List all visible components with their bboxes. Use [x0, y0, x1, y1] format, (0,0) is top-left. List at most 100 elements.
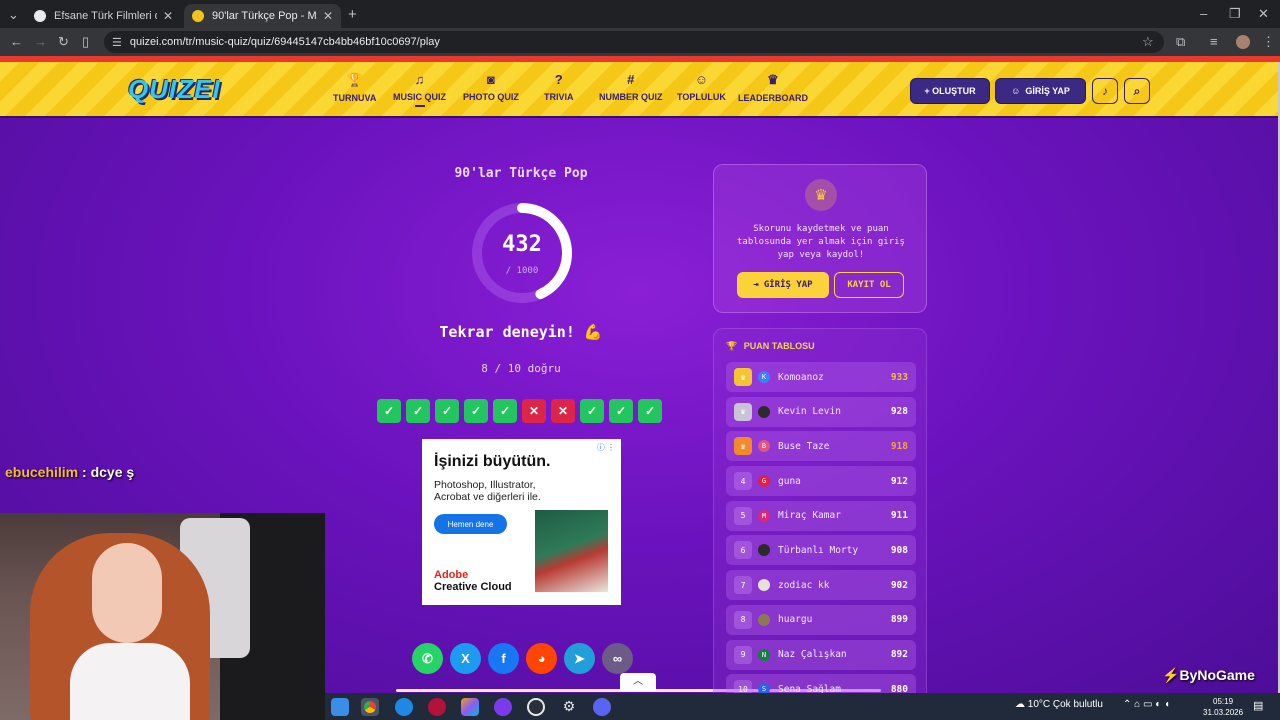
player-score: 912	[890, 475, 908, 487]
address-bar[interactable]: ☰ quizei.com/tr/music-quiz/quiz/69445147…	[104, 31, 1164, 53]
ad-choices-icon[interactable]: ⓘ ⋮	[597, 442, 615, 453]
forward-icon[interactable]: →	[34, 34, 47, 49]
ad-cta-button[interactable]: Hemen dene	[434, 514, 507, 534]
reload-icon[interactable]: ↻	[58, 34, 69, 50]
opera-icon[interactable]	[428, 698, 446, 716]
rank-badge: 6	[734, 541, 752, 560]
close-window-icon[interactable]: ✕	[1258, 6, 1269, 22]
leaderboard-row[interactable]: 7 zodiac kk 902	[726, 570, 916, 601]
app-icon[interactable]	[461, 698, 479, 716]
answer-wrong: ✕	[551, 399, 575, 423]
advertisement[interactable]: ⓘ ⋮ İşinizi büyütün. Photoshop, Illustra…	[422, 439, 621, 605]
share-reddit-button[interactable]: ◕	[526, 643, 557, 674]
nav-music-quiz[interactable]: ♫ MUSIC QUIZ	[393, 72, 446, 107]
site-info-icon[interactable]: ☰	[112, 36, 122, 49]
system-clock[interactable]: 05:19 31.03.2026	[1203, 696, 1243, 718]
close-tab-icon[interactable]: ✕	[323, 9, 333, 23]
player-name: huargu	[778, 614, 813, 626]
weather-text: 10°C Çok bulutlu	[1027, 699, 1103, 710]
settings-icon[interactable]: ⚙	[560, 698, 578, 716]
media-icon[interactable]: ≡	[1210, 34, 1218, 49]
watermark-logo-icon: ⚡	[1162, 667, 1180, 683]
rank-badge: 9	[734, 645, 752, 664]
tab-favicon-icon	[192, 10, 204, 22]
nav-trivia[interactable]: ? TRIVIA	[544, 72, 574, 102]
answer-correct: ✓	[638, 399, 662, 423]
nav-topluluk[interactable]: ☺ TOPLULUK	[677, 72, 726, 102]
player-name: Buse Taze	[778, 440, 830, 452]
player-score: 911	[890, 510, 908, 522]
rank-badge: 10	[734, 680, 752, 693]
share-whatsapp-button[interactable]: ✆	[412, 643, 443, 674]
obs-icon[interactable]	[527, 698, 545, 716]
nav-number-quiz[interactable]: # NUMBER QUIZ	[599, 72, 663, 102]
reddit-icon: ◕	[537, 651, 546, 666]
leaderboard-row[interactable]: ♛ K Komoanoz 933	[726, 362, 916, 392]
nav-label: TURNUVA	[333, 93, 377, 103]
tab-list-icon[interactable]: ⌄	[8, 7, 19, 23]
leaderboard-row[interactable]: 10 S Sena Sağlam 880	[726, 674, 916, 693]
login-button[interactable]: ⇥ GİRİŞ YAP	[737, 272, 829, 298]
notifications-button[interactable]: ♪	[1092, 78, 1118, 104]
nav-turnuva[interactable]: 🏆 TURNUVA	[333, 72, 376, 103]
back-icon[interactable]: ←	[10, 34, 23, 49]
player-score: 899	[890, 614, 908, 626]
player-score: 928	[890, 406, 908, 418]
crown-icon: ♛	[805, 179, 837, 211]
close-tab-icon[interactable]: ✕	[163, 9, 173, 23]
bookmark-star-icon[interactable]: ☆	[1142, 34, 1154, 50]
tray-icons[interactable]: ⌃ ⌂ ▭ ◐ ◖	[1123, 699, 1170, 710]
scroll-up-button[interactable]: ︿	[620, 673, 656, 691]
browser-tab-2[interactable]: 90'lar Türkçe Pop - Music Quiz ✕	[184, 4, 341, 28]
leaderboard-row[interactable]: 4 Gguna 912	[726, 466, 916, 497]
discord-icon[interactable]	[593, 698, 611, 716]
notification-center-icon[interactable]: ▤	[1253, 699, 1263, 712]
extensions-icon[interactable]: ⧉	[1176, 34, 1185, 50]
share-x-button[interactable]: X	[450, 643, 481, 674]
maximize-icon[interactable]: ❐	[1229, 6, 1241, 22]
new-tab-button[interactable]: +	[348, 6, 357, 23]
player-score: 892	[890, 649, 908, 660]
cloud-icon: ☁	[1015, 699, 1025, 710]
search-button[interactable]: ⌕	[1124, 78, 1150, 104]
chrome-icon[interactable]	[361, 698, 379, 716]
player-score: 880	[890, 683, 908, 693]
player-name: Komoanoz	[778, 371, 824, 383]
check-icon: ✓	[499, 404, 511, 418]
music-icon: ♫	[414, 72, 425, 87]
rank-badge: ♛	[734, 368, 752, 386]
nav-label: LEADERBOARD	[738, 93, 809, 103]
side-panel-icon[interactable]: ▯	[82, 34, 89, 50]
app-icon[interactable]	[494, 698, 512, 716]
register-button[interactable]: KAYIT OL	[834, 272, 904, 298]
leaderboard-row[interactable]: 9 N Naz Çalışkan 892	[726, 639, 916, 670]
weather-widget[interactable]: ☁ 10°C Çok bulutlu	[1015, 699, 1103, 710]
facebook-icon: f	[501, 651, 506, 666]
answer-results: ✓ ✓ ✓ ✓ ✓ ✕ ✕ ✓ ✓ ✓	[377, 399, 662, 423]
share-telegram-button[interactable]: ➤	[564, 643, 595, 674]
profile-avatar[interactable]	[1236, 35, 1250, 49]
edge-icon[interactable]	[395, 698, 413, 716]
chevron-up-icon: ︿	[633, 676, 643, 687]
nav-photo-quiz[interactable]: ◙ PHOTO QUIZ	[463, 72, 519, 102]
browser-tab-1[interactable]: Efsane Türk Filmleri quiz - parçı ✕	[26, 4, 181, 28]
copy-link-button[interactable]: ∞	[602, 643, 633, 674]
create-button[interactable]: + OLUŞTUR	[910, 78, 990, 104]
ad-brand: Adobe Creative Cloud	[434, 569, 512, 593]
share-facebook-button[interactable]: f	[488, 643, 519, 674]
menu-icon[interactable]: ⋮	[1262, 34, 1275, 50]
minimize-icon[interactable]: –	[1200, 6, 1207, 21]
leaderboard-row[interactable]: ♛ Kevin Levin 928	[726, 396, 916, 427]
leaderboard-row[interactable]: 8 huargu 899	[726, 604, 916, 635]
site-logo[interactable]: QUIZEI	[128, 74, 221, 105]
check-icon: ✓	[383, 404, 395, 418]
score-value: 432	[502, 232, 542, 257]
tab-title: Efsane Türk Filmleri quiz - parçı	[54, 10, 157, 22]
leaderboard-row[interactable]: 6 Türbanlı Morty 908	[726, 535, 916, 566]
app-store-icon[interactable]	[331, 698, 349, 716]
rank-badge: 7	[734, 576, 752, 595]
nav-leaderboard[interactable]: ♛ LEADERBOARD	[738, 72, 808, 103]
leaderboard-row[interactable]: 5 M Miraç Kamar 911	[726, 500, 916, 531]
header-login-button[interactable]: ☺ GİRİŞ YAP	[995, 78, 1086, 104]
leaderboard-row[interactable]: ♛ B Buse Taze 918	[726, 431, 916, 462]
